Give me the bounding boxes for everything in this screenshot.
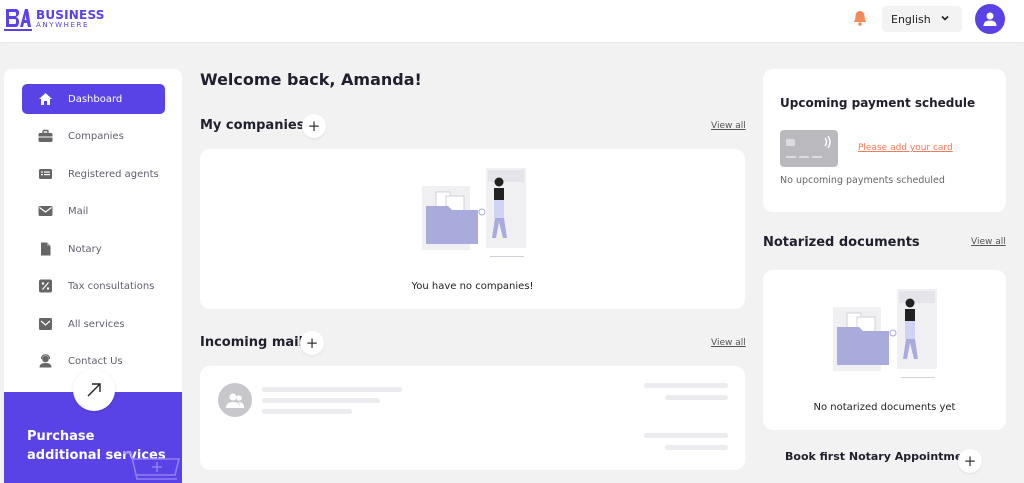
sidebar-item-mail[interactable]: Mail: [22, 196, 165, 226]
sidebar-item-notary[interactable]: Notary: [22, 234, 165, 264]
mail-view-all-link[interactable]: View all: [711, 338, 746, 348]
add-mail-button[interactable]: +: [300, 331, 324, 355]
companies-card: You have no companies!: [200, 149, 745, 309]
my-companies-title: My companies: [200, 118, 305, 133]
incoming-mail-title: Incoming mail: [200, 335, 304, 350]
cart-plus-icon: [121, 449, 181, 483]
chevron-down-icon: [940, 13, 950, 23]
sidebar-item-all-services[interactable]: All services: [22, 309, 165, 339]
plus-icon: +: [305, 333, 319, 352]
language-select[interactable]: English: [882, 6, 962, 32]
skeleton-line: [262, 409, 352, 414]
percent-icon: [38, 279, 53, 293]
logo-line-1: BUSINESS: [36, 8, 105, 22]
skeleton-line: [644, 433, 728, 438]
skeleton-line: [644, 383, 728, 388]
logo[interactable]: BUSINESS ANYWHERE: [4, 6, 105, 32]
add-card-link[interactable]: Please add your card: [858, 143, 953, 153]
sidebar-item-label: Registered agents: [68, 168, 159, 180]
plus-icon: +: [307, 116, 321, 135]
sidebar-item-label: Tax consultations: [68, 280, 155, 292]
empty-notarized-illustration: [833, 289, 937, 378]
empty-companies-illustration: [422, 168, 526, 257]
sidebar-item-label: Contact Us: [68, 355, 123, 367]
document-icon: [38, 242, 53, 256]
sidebar-item-label: Mail: [68, 205, 89, 217]
page-title: Welcome back, Amanda!: [200, 70, 422, 89]
sidebar-item-registered-agents[interactable]: Registered agents: [22, 159, 165, 189]
logo-mark-icon: [4, 6, 32, 32]
logo-line-2: ANYWHERE: [36, 21, 89, 29]
users-icon: [218, 383, 252, 417]
no-payments-text: No upcoming payments scheduled: [780, 175, 945, 186]
skeleton-line: [665, 395, 728, 400]
add-company-button[interactable]: +: [302, 114, 326, 138]
arrow-up-right-icon[interactable]: [73, 369, 115, 411]
home-icon: [38, 92, 53, 106]
sidebar-item-companies[interactable]: Companies: [22, 121, 165, 151]
language-value: English: [891, 12, 931, 26]
skeleton-line: [262, 387, 402, 392]
notarized-empty-text: No notarized documents yet: [813, 402, 956, 413]
top-bar: BUSINESS ANYWHERE English: [0, 0, 1024, 42]
notarized-documents-title: Notarized documents: [763, 235, 920, 250]
incoming-mail-card: [200, 366, 745, 470]
notarized-documents-card: No notarized documents yet: [763, 270, 1006, 430]
companies-empty-text: You have no companies!: [411, 281, 534, 292]
sidebar: Dashboard Companies Registered agents Ma…: [4, 69, 182, 483]
notarized-view-all-link[interactable]: View all: [971, 237, 1006, 247]
briefcase-icon: [38, 129, 53, 143]
mailbox-icon: [38, 317, 53, 331]
id-card-icon: [38, 167, 53, 181]
book-notary-label[interactable]: Book first Notary Appointment: [785, 450, 975, 463]
user-icon: [983, 12, 997, 26]
credit-card-icon: [780, 130, 838, 167]
sidebar-item-label: Notary: [68, 243, 102, 255]
user-avatar-button[interactable]: [975, 4, 1005, 34]
skeleton-line: [665, 445, 728, 450]
payment-schedule-title: Upcoming payment schedule: [780, 96, 976, 110]
payment-schedule-card: Upcoming payment schedule Please add you…: [763, 69, 1006, 212]
support-agent-icon: [38, 354, 53, 368]
bell-icon[interactable]: [851, 9, 869, 27]
sidebar-item-tax-consultations[interactable]: Tax consultations: [22, 271, 165, 301]
plus-icon: +: [963, 451, 977, 470]
book-notary-button[interactable]: +: [958, 449, 982, 473]
sidebar-item-label: All services: [68, 318, 125, 330]
companies-view-all-link[interactable]: View all: [711, 121, 746, 131]
skeleton-line: [262, 398, 380, 403]
envelope-icon: [38, 204, 53, 218]
sidebar-item-dashboard[interactable]: Dashboard: [22, 84, 165, 114]
sidebar-item-label: Companies: [68, 130, 124, 142]
sidebar-item-label: Dashboard: [68, 93, 123, 105]
